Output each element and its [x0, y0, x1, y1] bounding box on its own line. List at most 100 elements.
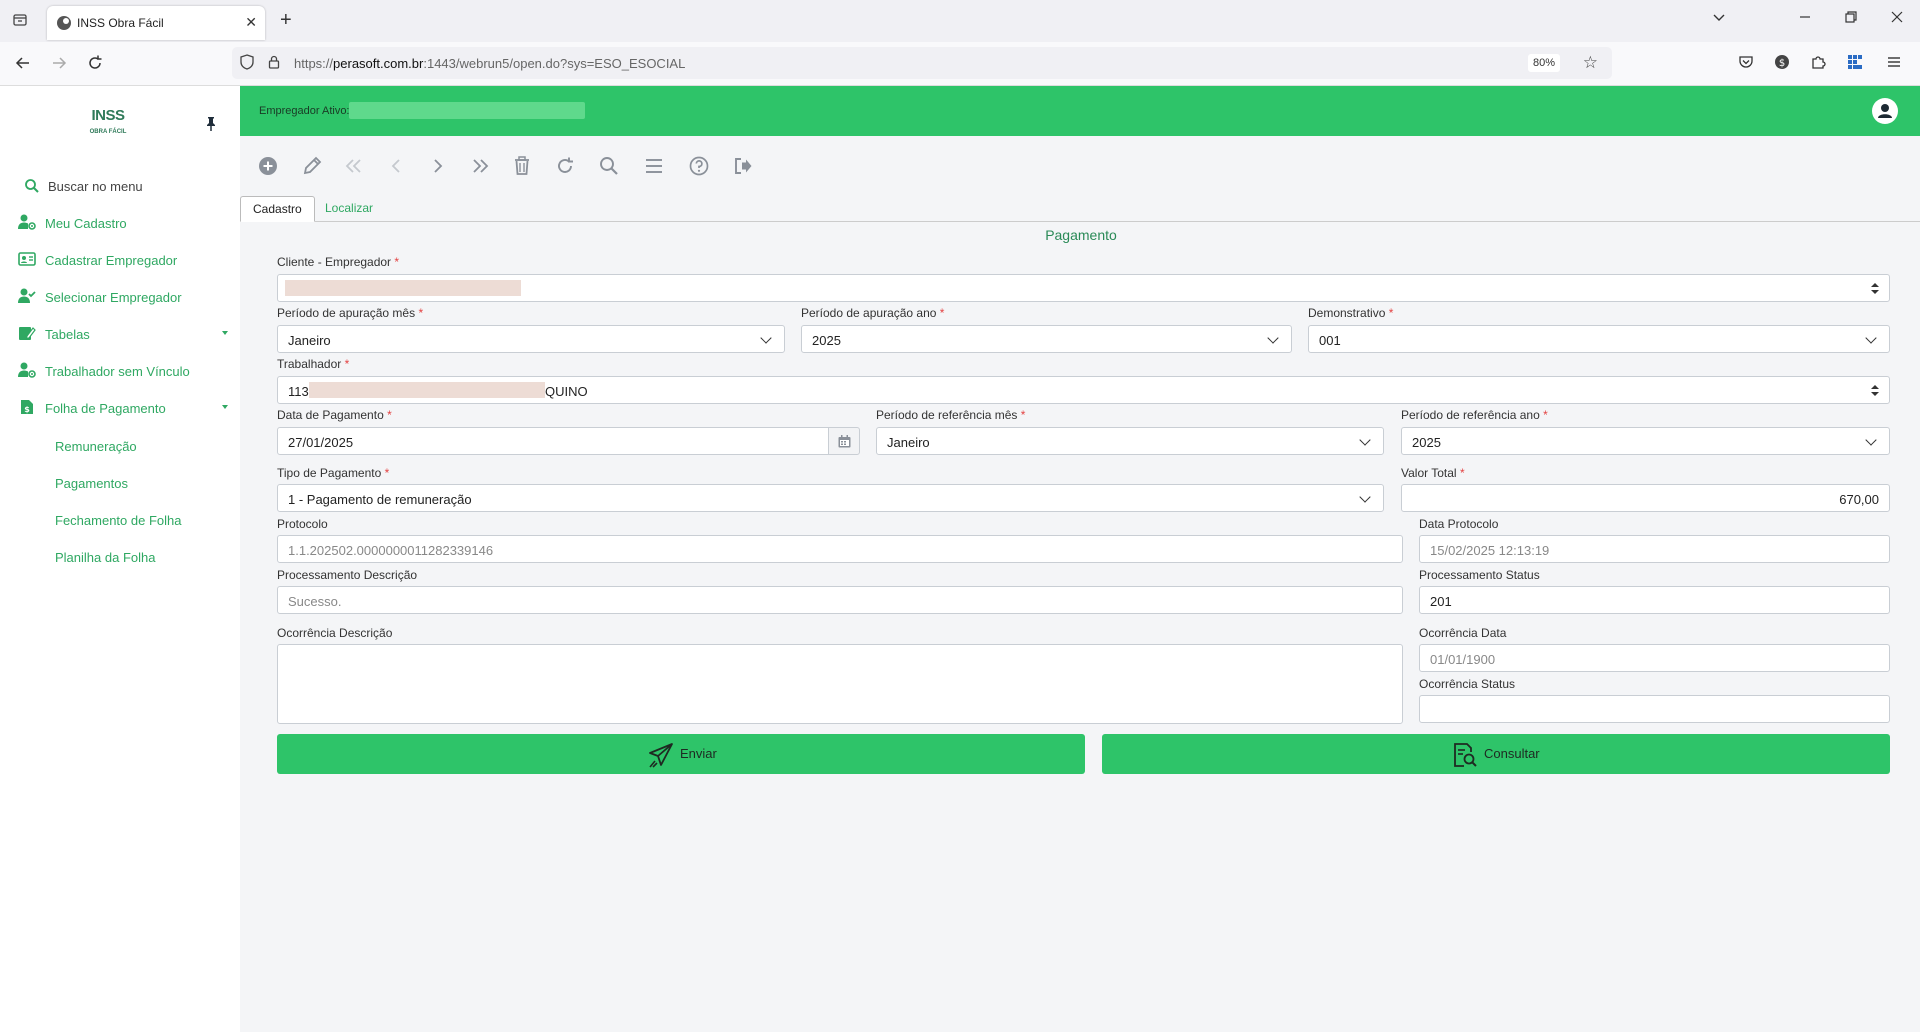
previous-record-button[interactable] — [382, 152, 410, 180]
refresh-button[interactable] — [551, 152, 579, 180]
data-protocolo-value: 15/02/2025 12:13:19 — [1430, 543, 1550, 558]
sign-out-icon — [735, 158, 752, 174]
chevron-down-icon — [1359, 434, 1371, 446]
ocorrencia-descricao-textarea[interactable] — [277, 644, 1403, 724]
app-menu-icon[interactable] — [1886, 54, 1902, 75]
new-tab-icon[interactable]: + — [280, 10, 292, 30]
periodo-apuracao-ano-label: Período de apuração ano * — [801, 306, 945, 320]
user-account-icon[interactable] — [1872, 98, 1898, 124]
cliente-empregador-select[interactable] — [277, 274, 1890, 302]
help-button[interactable] — [685, 152, 713, 180]
chevron-down-icon — [1359, 491, 1371, 503]
search-record-button[interactable] — [595, 152, 623, 180]
next-record-button[interactable] — [424, 152, 452, 180]
calendar-button[interactable] — [828, 427, 860, 455]
sidebar-subitem-fechamento-de-folha[interactable]: Fechamento de Folha — [55, 513, 181, 528]
protocolo-value: 1.1.202502.0000000011282339146 — [288, 543, 494, 558]
processamento-descricao-input[interactable]: Sucesso. — [277, 586, 1403, 614]
sidebar-item-tabelas[interactable]: Tabelas — [18, 323, 230, 345]
extension-grid-icon[interactable] — [1847, 54, 1863, 75]
sidebar-item-folha-de-pagamento[interactable]: $ Folha de Pagamento — [18, 397, 230, 419]
periodo-apuracao-mes-value: Janeiro — [288, 333, 331, 348]
tab-localizar[interactable]: Localizar — [313, 196, 385, 222]
tab-title: INSS Obra Fácil — [77, 16, 164, 30]
menu-search-label: Buscar no menu — [48, 179, 143, 194]
ocorrencia-data-value: 01/01/1900 — [1430, 652, 1496, 667]
extension-dollar-icon[interactable]: $ — [1774, 54, 1790, 75]
url-bar[interactable]: https://perasoft.com.br:1443/webrun5/ope… — [232, 47, 1612, 79]
id-card-icon — [18, 252, 36, 266]
ocorrencia-data-input[interactable]: 01/01/1900 — [1419, 644, 1890, 672]
enviar-button[interactable]: Enviar — [277, 734, 1085, 774]
trabalhador-select[interactable]: 113 QUINO — [277, 376, 1890, 404]
sidebar-item-meu-cadastro[interactable]: Meu Cadastro — [18, 212, 230, 234]
svg-text:$: $ — [24, 405, 30, 414]
periodo-referencia-ano-label: Período de referência ano * — [1401, 408, 1548, 422]
processamento-status-input[interactable]: 201 — [1419, 586, 1890, 614]
data-pagamento-label: Data de Pagamento * — [277, 408, 392, 422]
delete-record-button[interactable] — [508, 152, 536, 180]
processamento-status-label: Processamento Status — [1419, 568, 1540, 582]
list-all-tabs-icon[interactable] — [1712, 10, 1726, 28]
demonstrativo-select[interactable]: 001 — [1308, 325, 1890, 353]
list-icon — [646, 159, 662, 173]
help-circle-icon — [689, 156, 709, 176]
periodo-referencia-ano-select[interactable]: 2025 — [1401, 427, 1890, 455]
reload-icon[interactable] — [86, 54, 104, 76]
record-toolbar — [240, 152, 840, 184]
back-icon[interactable] — [14, 54, 32, 76]
periodo-referencia-ano-value: 2025 — [1412, 435, 1441, 450]
minimize-icon[interactable] — [1798, 10, 1812, 28]
tracking-shield-icon[interactable] — [240, 54, 254, 70]
periodo-referencia-mes-select[interactable]: Janeiro — [876, 427, 1384, 455]
data-protocolo-label: Data Protocolo — [1419, 517, 1499, 531]
lock-icon[interactable] — [268, 55, 280, 69]
periodo-referencia-mes-label: Período de referência mês * — [876, 408, 1026, 422]
valor-total-input[interactable]: 670,00 — [1401, 484, 1890, 512]
magnifier-icon — [600, 157, 618, 175]
processamento-descricao-label: Processamento Descrição — [277, 568, 418, 582]
ocorrencia-status-input[interactable] — [1419, 695, 1890, 723]
refresh-icon — [558, 157, 573, 173]
close-window-icon[interactable] — [1890, 10, 1904, 28]
file-dollar-icon: $ — [21, 400, 33, 414]
exit-button[interactable] — [729, 152, 757, 180]
pocket-icon[interactable] — [1738, 54, 1754, 75]
list-view-button[interactable] — [640, 152, 668, 180]
periodo-apuracao-mes-select[interactable]: Janeiro — [277, 325, 785, 353]
pin-icon[interactable] — [204, 116, 218, 132]
pencil-icon — [303, 156, 322, 175]
periodo-referencia-mes-value: Janeiro — [887, 435, 930, 450]
bookmark-star-icon[interactable]: ☆ — [1583, 53, 1598, 73]
sidebar-item-cadastrar-empregador[interactable]: Cadastrar Empregador — [18, 249, 230, 271]
tab-list-icon[interactable] — [10, 12, 30, 30]
sidebar-item-selecionar-empregador[interactable]: Selecionar Empregador — [18, 286, 230, 308]
forward-icon[interactable] — [50, 54, 68, 76]
periodo-apuracao-ano-select[interactable]: 2025 — [801, 325, 1292, 353]
extensions-puzzle-icon[interactable] — [1810, 54, 1826, 75]
consultar-button[interactable]: Consultar — [1102, 734, 1890, 774]
sidebar-subitem-pagamentos[interactable]: Pagamentos — [55, 476, 128, 491]
consultar-label: Consultar — [1484, 746, 1540, 761]
app-logo[interactable]: INSS OBRA FÁCIL — [88, 108, 128, 140]
sidebar-item-trabalhador-sem-vinculo[interactable]: Trabalhador sem Vínculo — [18, 360, 230, 382]
url-text[interactable]: https://perasoft.com.br:1443/webrun5/ope… — [294, 56, 685, 71]
tipo-pagamento-select[interactable]: 1 - Pagamento de remuneração — [277, 484, 1384, 512]
add-record-button[interactable] — [254, 152, 282, 180]
data-protocolo-input[interactable]: 15/02/2025 12:13:19 — [1419, 535, 1890, 563]
first-record-button[interactable] — [340, 152, 368, 180]
close-tab-icon[interactable]: ✕ — [245, 14, 257, 31]
data-pagamento-input[interactable]: 27/01/2025 — [277, 427, 829, 455]
valor-total-label: Valor Total * — [1401, 466, 1465, 480]
tab-cadastro[interactable]: Cadastro — [240, 196, 315, 222]
browser-tab[interactable]: INSS Obra Fácil ✕ — [47, 6, 265, 40]
sidebar-subitem-planilha-da-folha[interactable]: Planilha da Folha — [55, 550, 155, 565]
edit-record-button[interactable] — [298, 152, 326, 180]
restore-icon[interactable] — [1844, 10, 1858, 28]
zoom-level-badge[interactable]: 80% — [1527, 54, 1560, 72]
periodo-apuracao-ano-value: 2025 — [812, 333, 841, 348]
last-record-button[interactable] — [466, 152, 494, 180]
protocolo-input[interactable]: 1.1.202502.0000000011282339146 — [277, 535, 1403, 563]
sidebar-subitem-remuneracao[interactable]: Remuneração — [55, 439, 137, 454]
active-employer-label: Empregador Ativo: — [259, 105, 350, 117]
